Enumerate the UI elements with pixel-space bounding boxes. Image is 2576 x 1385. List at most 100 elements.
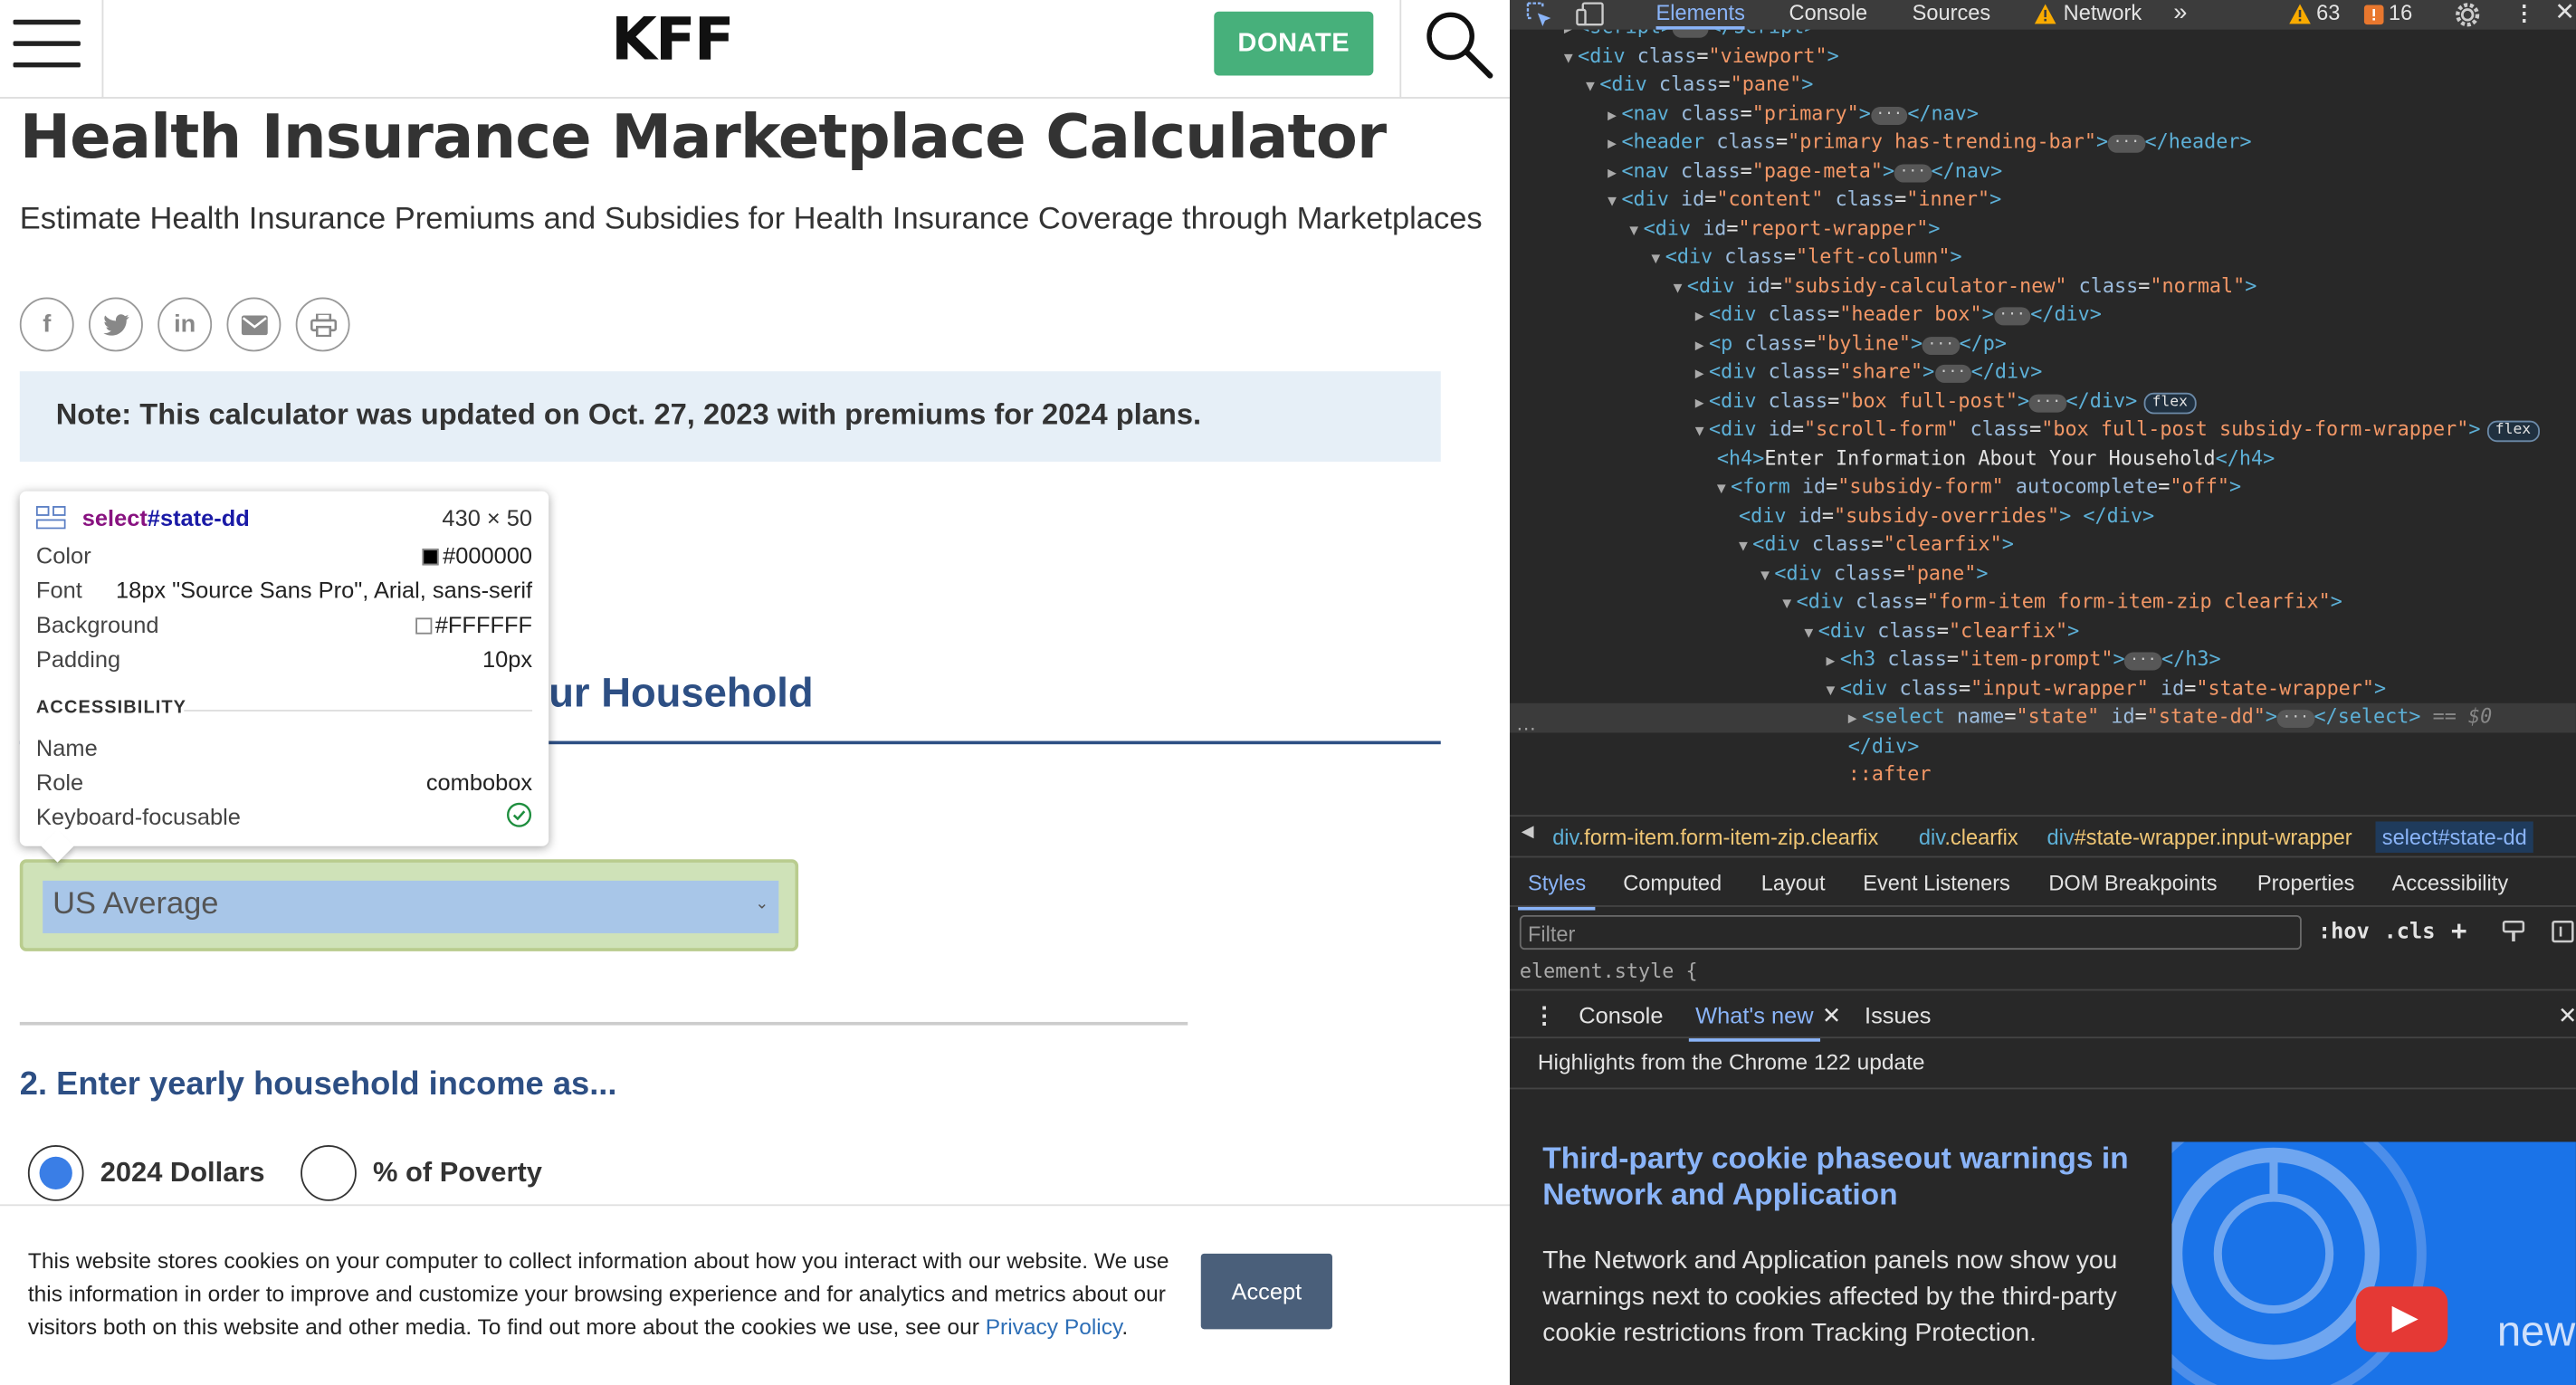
dom-node[interactable]: ▶ <p class="byline"> ··· </p>	[1510, 330, 2576, 358]
breadcrumb-item[interactable]: div.form-item.form-item-zip.clearfix	[1552, 825, 1878, 849]
dom-tree[interactable]: ▶<script>···</script>▼<div class="viewpo…	[1510, 29, 2576, 816]
close-icon[interactable]: ✕	[1822, 1002, 1841, 1030]
dom-node[interactable]: ▶ <h3 class="item-prompt"> ··· </h3>	[1510, 645, 2576, 674]
more-actions-icon[interactable]: ···	[1516, 716, 1536, 739]
color-swatch	[415, 617, 433, 635]
close-icon[interactable]: ✕	[2554, 0, 2575, 30]
close-drawer-icon[interactable]: ✕	[2558, 1002, 2576, 1030]
radio-2024-dollars[interactable]	[27, 1145, 84, 1201]
chevron-left-icon[interactable]: ◀	[1522, 823, 1534, 841]
sidebar-toggle-icon[interactable]	[2552, 920, 2574, 943]
dom-node[interactable]: ▶ <div class="share"> ··· </div>	[1510, 358, 2576, 387]
tab-properties[interactable]: Properties	[2257, 871, 2355, 895]
dom-node[interactable]: ▼ <form id="subsidy-form" autocomplete="o…	[1510, 473, 2576, 502]
tab-dom-breakpoints[interactable]: DOM Breakpoints	[2048, 871, 2217, 895]
email-icon[interactable]	[226, 297, 281, 352]
dom-node[interactable]: ▼ <div class="clearfix">	[1510, 617, 2576, 646]
dom-node[interactable]: ▼ <div id="report-wrapper">	[1510, 215, 2576, 244]
styles-filter-input[interactable]: Filter	[1519, 914, 2302, 950]
more-tabs-icon[interactable]: »	[2173, 0, 2187, 30]
drawer-tab-whats-new[interactable]: What's new	[1688, 1002, 1820, 1042]
dom-node[interactable]: ▼ <div id="content" class="inner">	[1510, 186, 2576, 215]
cookie-banner: This website stores cookies on your comp…	[0, 1204, 1510, 1385]
section-heading-text: ur Household	[549, 670, 814, 717]
dom-node[interactable]: ▼ <div id="scroll-form" class="box full-p…	[1510, 416, 2576, 444]
dom-node[interactable]: ▶ <nav class="page-meta"> ··· </nav>	[1510, 157, 2576, 186]
drawer-tab-console[interactable]: Console	[1579, 1002, 1663, 1028]
twitter-icon[interactable]	[89, 297, 143, 352]
site-logo[interactable]: KFF	[611, 6, 734, 73]
dom-node[interactable]: ▶<script>···</script>	[1510, 29, 2576, 43]
cls-button[interactable]: .cls	[2384, 920, 2436, 944]
tab-network[interactable]: Network	[2064, 0, 2142, 30]
drawer-tab-issues[interactable]: Issues	[1865, 1002, 1931, 1028]
dom-node[interactable]: ▶ <div class="header box"> ··· </div>	[1510, 301, 2576, 330]
tab-layout[interactable]: Layout	[1761, 871, 1826, 895]
privacy-policy-link[interactable]: Privacy Policy	[986, 1314, 1122, 1339]
hov-button[interactable]: :hov	[2318, 920, 2370, 944]
whats-new-highlights: Highlights from the Chrome 122 update	[1537, 1049, 1925, 1075]
accessibility-heading: ACCESSIBILITY	[35, 698, 187, 719]
print-icon[interactable]	[295, 297, 350, 352]
settings-gear-icon[interactable]	[2453, 0, 2483, 30]
dom-node[interactable]: </div>	[1510, 732, 2576, 761]
state-select[interactable]: US Average ⌄	[19, 859, 799, 951]
tab-event-listeners[interactable]: Event Listeners	[1863, 871, 2010, 895]
breadcrumb-class: #state-dd	[2438, 825, 2527, 850]
dom-node[interactable]: ::after	[1510, 760, 2576, 789]
tooltip-value: 10px	[482, 645, 533, 673]
kebab-menu-icon[interactable]: ⋮	[1532, 1002, 1555, 1030]
tooltip-key: Color	[35, 541, 91, 568]
errors-count[interactable]: 16	[2389, 0, 2412, 30]
page-title: Health Insurance Marketplace Calculator	[19, 101, 1387, 173]
search-icon[interactable]	[1423, 8, 1495, 81]
donate-button[interactable]: DONATE	[1214, 11, 1374, 76]
breadcrumb-item[interactable]: div.clearfix	[1919, 825, 2018, 849]
breadcrumb-item[interactable]: div#state-wrapper.input-wrapper	[2047, 825, 2352, 849]
radio-label-poverty[interactable]: % of Poverty	[373, 1157, 542, 1189]
warnings-count[interactable]: 63	[2316, 0, 2340, 30]
breadcrumb-item-active[interactable]: select#state-dd	[2375, 821, 2534, 853]
dom-node[interactable]: ▶ <header class="primary has-trending-bar…	[1510, 129, 2576, 158]
radio-label-dollars[interactable]: 2024 Dollars	[100, 1157, 265, 1189]
play-button-icon[interactable]	[2355, 1286, 2448, 1352]
accept-button[interactable]: Accept	[1200, 1253, 1332, 1330]
dom-node[interactable]: ▶ <nav class="primary"> ··· </nav>	[1510, 100, 2576, 129]
drawer-tabs: ⋮ Console What's new ✕ Issues ✕	[1510, 989, 2576, 1042]
element-style-rule[interactable]: element.style {	[1520, 960, 1698, 982]
dom-node[interactable]: ▼ <div class="clearfix">	[1510, 530, 2576, 559]
inspect-element-icon[interactable]	[1526, 2, 1552, 28]
device-toolbar-icon[interactable]	[1576, 2, 1606, 28]
dom-node[interactable]: ▼ <div class="input-wrapper" id="state-wr…	[1510, 674, 2576, 703]
tooltip-row-color: Color #000000	[36, 542, 532, 575]
dom-node[interactable]: <h4>Enter Information About Your Househo…	[1510, 444, 2576, 473]
whats-new-video-thumbnail[interactable]: new	[2171, 1141, 2576, 1385]
dom-node[interactable]: ▼ <div class="viewport">	[1510, 42, 2576, 71]
dom-node[interactable]: ▼ <div class="pane">	[1510, 559, 2576, 588]
tab-console[interactable]: Console	[1789, 0, 1868, 30]
tooltip-value: #000000	[423, 542, 532, 568]
dom-node[interactable]: ▼ <div class="form-item form-item-zip cle…	[1510, 588, 2576, 617]
tab-elements[interactable]: Elements	[1655, 0, 1745, 30]
tab-styles[interactable]: Styles	[1517, 871, 1597, 911]
dom-node[interactable]: ▼ <div class="left-column">	[1510, 244, 2576, 272]
tooltip-id: #state-dd	[147, 504, 250, 531]
paint-brush-icon[interactable]	[2502, 920, 2525, 942]
tab-accessibility[interactable]: Accessibility	[2392, 871, 2508, 895]
dom-node[interactable]: ▼ <div id="subsidy-calculator-new" class=…	[1510, 272, 2576, 301]
tab-computed[interactable]: Computed	[1623, 871, 1722, 895]
dom-node[interactable]: ▼ <div class="pane">	[1510, 71, 2576, 100]
error-icon	[2363, 5, 2384, 25]
linkedin-icon[interactable]: in	[157, 297, 213, 352]
menu-icon[interactable]	[13, 19, 82, 69]
header-divider	[1399, 0, 1402, 99]
kebab-menu-icon[interactable]: ⋮	[2514, 0, 2535, 30]
dom-node-selected[interactable]: ▶ <select name="state" id="state-dd"> ··· <…	[1510, 702, 2576, 732]
facebook-icon[interactable]: f	[19, 297, 74, 352]
radio-percent-poverty[interactable]	[301, 1145, 357, 1201]
whats-new-title-link[interactable]: Third-party cookie phaseout warnings in …	[1542, 1141, 2133, 1213]
dom-node[interactable]: ▶ <div class="box full-post"> ··· </div> fle…	[1510, 387, 2576, 416]
tab-sources[interactable]: Sources	[1913, 0, 1991, 30]
add-rule-icon[interactable]: +	[2451, 915, 2466, 946]
dom-node[interactable]: <div id="subsidy-overrides"> </div>	[1510, 501, 2576, 530]
